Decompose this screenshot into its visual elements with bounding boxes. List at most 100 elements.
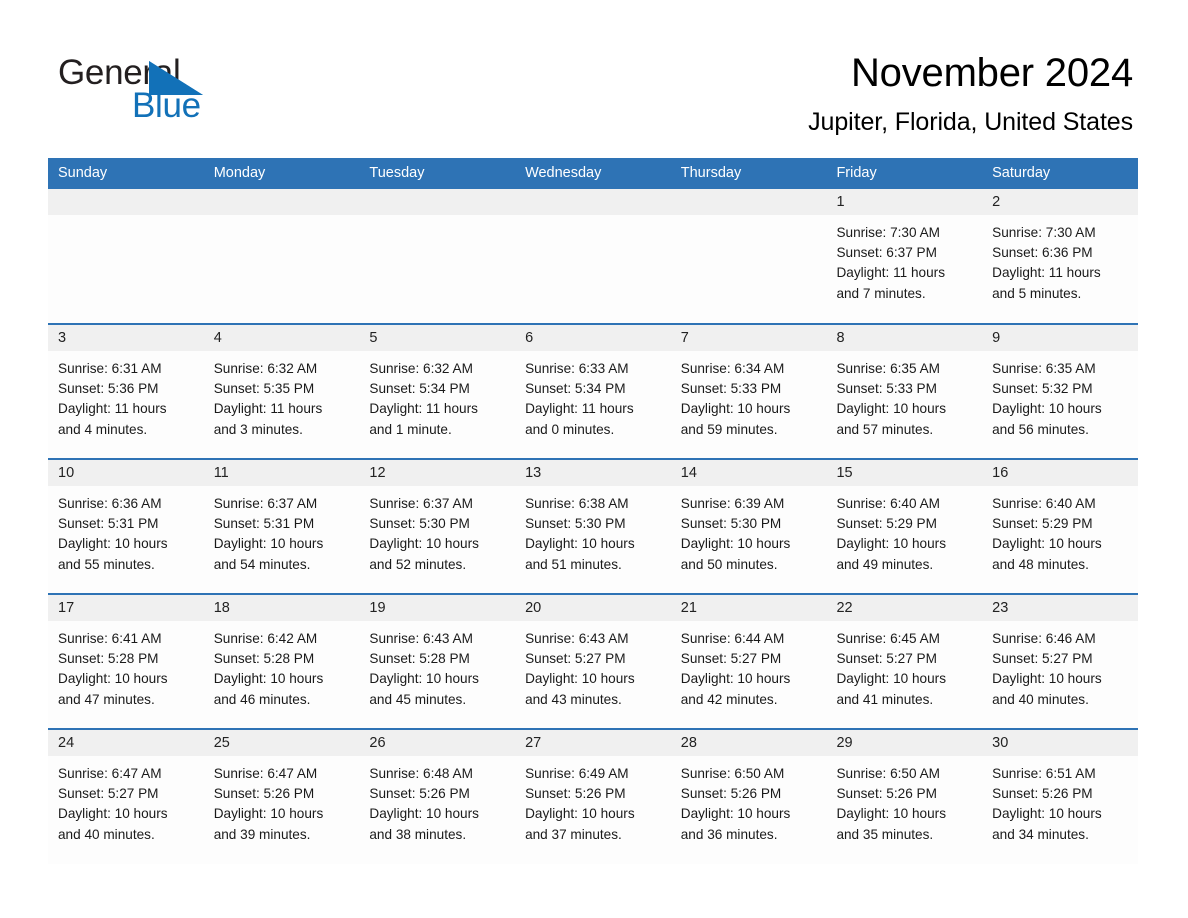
day-number <box>359 189 516 215</box>
sunrise-time: Sunrise: 6:51 AM <box>992 766 1096 781</box>
sunrise-time: Sunrise: 6:47 AM <box>213 766 318 781</box>
sunrise-time: Sunrise: 6:40 AM <box>836 496 940 511</box>
sunrise-time: Sunrise: 6:45 AM <box>836 631 940 646</box>
daylight-duration-line2: and 43 minutes. <box>525 691 622 707</box>
sunset-time: Sunset: 5:33 PM <box>836 381 937 397</box>
sunrise-time: Sunrise: 6:43 AM <box>525 631 629 646</box>
day-number <box>670 189 827 215</box>
day-cell[interactable]: 29 Sunrise: 6:50 AM Sunset: 5:26 PM Dayligh… <box>826 728 983 864</box>
day-cell[interactable]: 9 Sunrise: 6:35 AM Sunset: 5:32 PM Daylight… <box>982 323 1138 459</box>
day-number <box>48 189 204 215</box>
day-cell[interactable]: 30 Sunrise: 6:51 AM Sunset: 5:26 PM Dayligh… <box>982 728 1138 864</box>
day-cell[interactable]: 23 Sunrise: 6:46 AM Sunset: 5:27 PM Dayligh… <box>982 593 1138 729</box>
daylight-duration-line1: Daylight: 10 hours <box>992 671 1102 687</box>
daylight-duration-line2: and 59 minutes. <box>680 421 778 437</box>
day-cell[interactable]: 8 Sunrise: 6:35 AM Sunset: 5:33 PM Daylight… <box>826 323 983 459</box>
sunset-time: Sunset: 5:33 PM <box>680 381 782 397</box>
daylight-duration-line1: Daylight: 11 hours <box>836 265 945 281</box>
day-details: Sunrise: 6:41 AM Sunset: 5:28 PM Daylight:… <box>48 621 204 710</box>
daylight-duration-line1: Daylight: 10 hours <box>680 401 791 417</box>
sunset-time: Sunset: 5:26 PM <box>213 786 315 802</box>
sunset-time: Sunset: 5:26 PM <box>525 786 626 802</box>
day-number: 6 <box>515 325 671 351</box>
day-cell[interactable]: 2 Sunrise: 7:30 AM Sunset: 6:36 PM Daylight… <box>982 189 1138 324</box>
sunset-time: Sunset: 5:27 PM <box>58 786 159 802</box>
day-number: 19 <box>359 595 516 621</box>
day-cell[interactable]: 19 Sunrise: 6:43 AM Sunset: 5:28 PM Dayligh… <box>359 593 516 729</box>
daylight-duration-line1: Daylight: 11 hours <box>525 401 634 417</box>
daylight-duration-line1: Daylight: 10 hours <box>58 806 168 822</box>
day-cell[interactable]: 24 Sunrise: 6:47 AM Sunset: 5:27 PM Dayligh… <box>48 728 204 864</box>
day-cell[interactable]: 28 Sunrise: 6:50 AM Sunset: 5:26 PM Dayligh… <box>670 728 827 864</box>
day-cell[interactable]: 12 Sunrise: 6:37 AM Sunset: 5:30 PM Dayligh… <box>359 458 516 594</box>
weekday-header-friday: Friday <box>826 158 983 189</box>
day-cell-empty <box>203 189 360 324</box>
day-number: 10 <box>48 460 204 486</box>
daylight-duration-line2: and 36 minutes. <box>680 826 778 842</box>
day-cell[interactable]: 20 Sunrise: 6:43 AM Sunset: 5:27 PM Dayligh… <box>515 593 671 729</box>
sunrise-time: Sunrise: 6:38 AM <box>525 496 629 511</box>
sunrise-time: Sunrise: 6:37 AM <box>213 496 318 511</box>
sunrise-time: Sunrise: 6:33 AM <box>525 361 629 376</box>
day-cell-empty <box>515 189 671 324</box>
daylight-duration-line1: Daylight: 10 hours <box>58 671 168 687</box>
daylight-duration-line2: and 40 minutes. <box>58 826 155 842</box>
daylight-duration-line1: Daylight: 10 hours <box>213 536 324 552</box>
day-details: Sunrise: 6:31 AM Sunset: 5:36 PM Daylight:… <box>48 351 204 440</box>
location-subtitle: Jupiter, Florida, United States <box>808 108 1133 136</box>
day-details: Sunrise: 6:43 AM Sunset: 5:28 PM Daylight:… <box>359 621 515 710</box>
day-cell[interactable]: 11 Sunrise: 6:37 AM Sunset: 5:31 PM Dayligh… <box>203 458 360 594</box>
day-cell[interactable]: 14 Sunrise: 6:39 AM Sunset: 5:30 PM Dayligh… <box>670 458 827 594</box>
daylight-duration-line1: Daylight: 10 hours <box>992 536 1102 552</box>
daylight-duration-line1: Daylight: 11 hours <box>58 401 167 417</box>
calendar-grid: Sunday Monday Tuesday Wednesday Thursday… <box>48 158 1138 864</box>
daylight-duration-line1: Daylight: 10 hours <box>525 671 635 687</box>
day-cell[interactable]: 3 Sunrise: 6:31 AM Sunset: 5:36 PM Daylight… <box>48 323 204 459</box>
daylight-duration-line1: Daylight: 10 hours <box>680 671 791 687</box>
day-details: Sunrise: 6:37 AM Sunset: 5:30 PM Daylight:… <box>359 486 515 575</box>
day-cell[interactable]: 5 Sunrise: 6:32 AM Sunset: 5:34 PM Daylight… <box>359 323 516 459</box>
day-cell[interactable]: 18 Sunrise: 6:42 AM Sunset: 5:28 PM Dayligh… <box>203 593 360 729</box>
sunset-time: Sunset: 5:29 PM <box>992 516 1093 532</box>
day-cell[interactable]: 13 Sunrise: 6:38 AM Sunset: 5:30 PM Dayligh… <box>515 458 671 594</box>
day-cell[interactable]: 26 Sunrise: 6:48 AM Sunset: 5:26 PM Dayligh… <box>359 728 516 864</box>
sunrise-time: Sunrise: 6:43 AM <box>369 631 473 646</box>
day-cell[interactable]: 6 Sunrise: 6:33 AM Sunset: 5:34 PM Daylight… <box>515 323 671 459</box>
day-cell[interactable]: 22 Sunrise: 6:45 AM Sunset: 5:27 PM Dayligh… <box>826 593 983 729</box>
day-number: 26 <box>359 730 516 756</box>
sunset-time: Sunset: 5:29 PM <box>836 516 937 532</box>
day-cell[interactable]: 10 Sunrise: 6:36 AM Sunset: 5:31 PM Dayligh… <box>48 458 204 594</box>
sunrise-time: Sunrise: 6:50 AM <box>680 766 785 781</box>
daylight-duration-line2: and 3 minutes. <box>213 421 303 437</box>
day-details: Sunrise: 6:42 AM Sunset: 5:28 PM Daylight:… <box>204 621 360 710</box>
day-cell[interactable]: 15 Sunrise: 6:40 AM Sunset: 5:29 PM Dayligh… <box>826 458 983 594</box>
day-cell[interactable]: 4 Sunrise: 6:32 AM Sunset: 5:35 PM Daylight… <box>203 323 360 459</box>
day-cell[interactable]: 17 Sunrise: 6:41 AM Sunset: 5:28 PM Dayligh… <box>48 593 204 729</box>
daylight-duration-line2: and 54 minutes. <box>213 556 311 572</box>
brand-logo[interactable]: General Blue <box>58 52 358 125</box>
day-details: Sunrise: 6:40 AM Sunset: 5:29 PM Daylight:… <box>826 486 982 575</box>
day-cell[interactable]: 1 Sunrise: 7:30 AM Sunset: 6:37 PM Daylight… <box>826 189 983 324</box>
sunset-time: Sunset: 5:35 PM <box>213 381 315 397</box>
daylight-duration-line2: and 39 minutes. <box>213 826 311 842</box>
day-cell[interactable]: 25 Sunrise: 6:47 AM Sunset: 5:26 PM Dayligh… <box>203 728 360 864</box>
day-number: 2 <box>982 189 1138 215</box>
daylight-duration-line2: and 55 minutes. <box>58 556 155 572</box>
day-number: 28 <box>670 730 827 756</box>
sunset-time: Sunset: 5:27 PM <box>680 651 782 667</box>
day-cell[interactable]: 27 Sunrise: 6:49 AM Sunset: 5:26 PM Dayligh… <box>515 728 671 864</box>
day-details: Sunrise: 7:30 AM Sunset: 6:36 PM Daylight:… <box>982 215 1138 304</box>
sunset-time: Sunset: 5:27 PM <box>836 651 937 667</box>
day-cell[interactable]: 7 Sunrise: 6:34 AM Sunset: 5:33 PM Daylight… <box>670 323 827 459</box>
day-number: 18 <box>203 595 360 621</box>
daylight-duration-line1: Daylight: 10 hours <box>836 806 947 822</box>
day-cell[interactable]: 16 Sunrise: 6:40 AM Sunset: 5:29 PM Dayligh… <box>982 458 1138 594</box>
day-cell-empty <box>670 189 827 324</box>
day-number: 11 <box>203 460 360 486</box>
daylight-duration-line1: Daylight: 10 hours <box>369 806 479 822</box>
sunset-time: Sunset: 5:32 PM <box>992 381 1093 397</box>
daylight-duration-line2: and 49 minutes. <box>836 556 934 572</box>
day-cell[interactable]: 21 Sunrise: 6:44 AM Sunset: 5:27 PM Dayligh… <box>670 593 827 729</box>
weekday-header-thursday: Thursday <box>670 158 827 189</box>
day-number: 30 <box>982 730 1138 756</box>
